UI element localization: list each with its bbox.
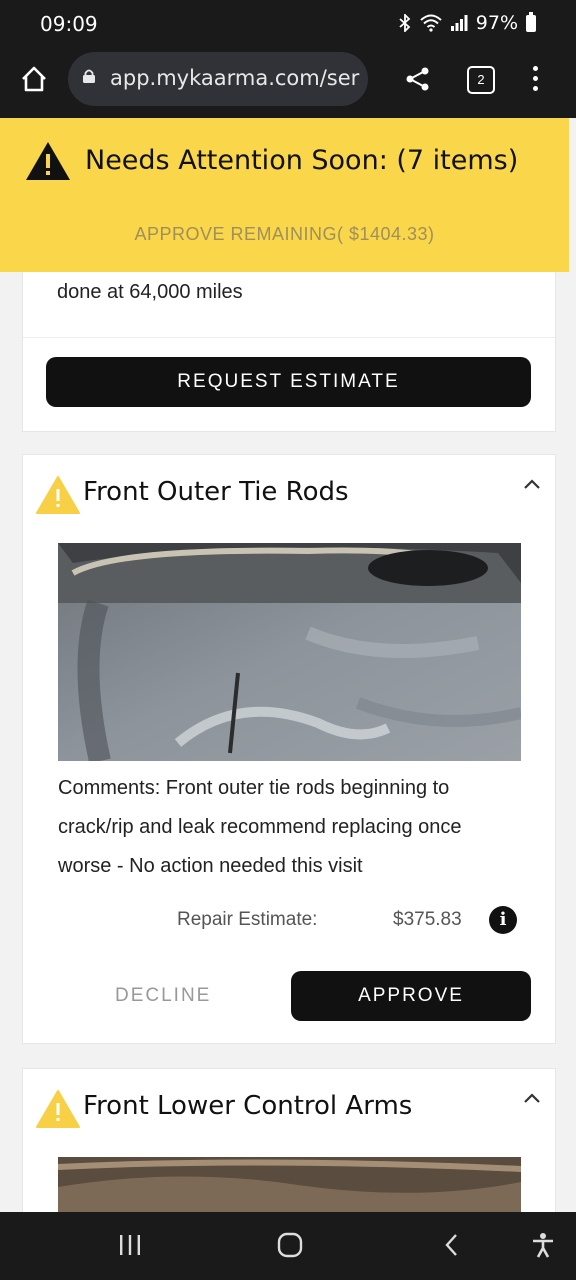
back-icon[interactable] bbox=[442, 1232, 462, 1258]
tabs-icon[interactable]: 2 bbox=[467, 66, 495, 94]
battery-icon bbox=[526, 11, 536, 32]
browser-toolbar: app.mykaarma.com/ser 2 bbox=[0, 48, 576, 118]
chevron-up-icon[interactable] bbox=[523, 477, 541, 491]
warning-icon bbox=[36, 1090, 80, 1128]
divider bbox=[23, 337, 555, 338]
signal-icon bbox=[450, 15, 468, 31]
warning-icon bbox=[26, 142, 70, 180]
battery-percent: 97% bbox=[475, 12, 518, 34]
page-content: Needs Attention Soon: (7 items) APPROVE … bbox=[0, 118, 576, 1212]
status-icons: 97% bbox=[398, 11, 536, 34]
lock-icon bbox=[83, 69, 95, 83]
accessibility-icon[interactable] bbox=[530, 1232, 556, 1258]
repair-estimate-label: Repair Estimate: bbox=[177, 909, 318, 930]
item-title: Front Outer Tie Rods bbox=[83, 477, 349, 507]
system-nav-bar bbox=[0, 1212, 576, 1280]
home-circle-icon[interactable] bbox=[277, 1232, 303, 1258]
info-icon[interactable]: i bbox=[489, 906, 517, 934]
status-bar: 09:09 97% bbox=[0, 0, 576, 48]
item-title: Front Lower Control Arms bbox=[83, 1091, 413, 1121]
inspection-photo[interactable] bbox=[58, 543, 521, 761]
clock: 09:09 bbox=[40, 12, 98, 36]
repair-estimate-value: $375.83 bbox=[393, 909, 462, 930]
item-comments: Comments: Front outer tie rods beginning… bbox=[58, 777, 462, 877]
approve-remaining-button[interactable]: APPROVE REMAINING( $1404.33) bbox=[0, 224, 569, 245]
service-card-control-arms: Front Lower Control Arms bbox=[22, 1068, 556, 1212]
inspection-photo[interactable] bbox=[58, 1157, 521, 1212]
decline-button[interactable]: DECLINE bbox=[115, 985, 211, 1007]
attention-banner: Needs Attention Soon: (7 items) APPROVE … bbox=[0, 118, 569, 272]
bluetooth-icon bbox=[399, 14, 411, 32]
recents-icon[interactable] bbox=[118, 1232, 142, 1258]
banner-title: Needs Attention Soon: (7 items) bbox=[85, 145, 519, 176]
card-description: done at 64,000 miles bbox=[57, 281, 243, 303]
request-estimate-button[interactable]: REQUEST ESTIMATE bbox=[46, 357, 531, 407]
url-text: app.mykaarma.com/ser bbox=[110, 66, 360, 90]
more-menu-icon[interactable] bbox=[530, 66, 540, 94]
home-icon[interactable] bbox=[20, 65, 48, 93]
share-icon[interactable] bbox=[405, 66, 431, 92]
service-card-tie-rods: Front Outer Tie Rods Comments: Front out… bbox=[22, 454, 556, 1044]
address-bar[interactable]: app.mykaarma.com/ser bbox=[68, 52, 368, 106]
warning-icon bbox=[36, 476, 80, 514]
approve-button[interactable]: APPROVE bbox=[291, 971, 531, 1021]
wifi-icon bbox=[420, 14, 442, 32]
chevron-up-icon[interactable] bbox=[523, 1091, 541, 1105]
